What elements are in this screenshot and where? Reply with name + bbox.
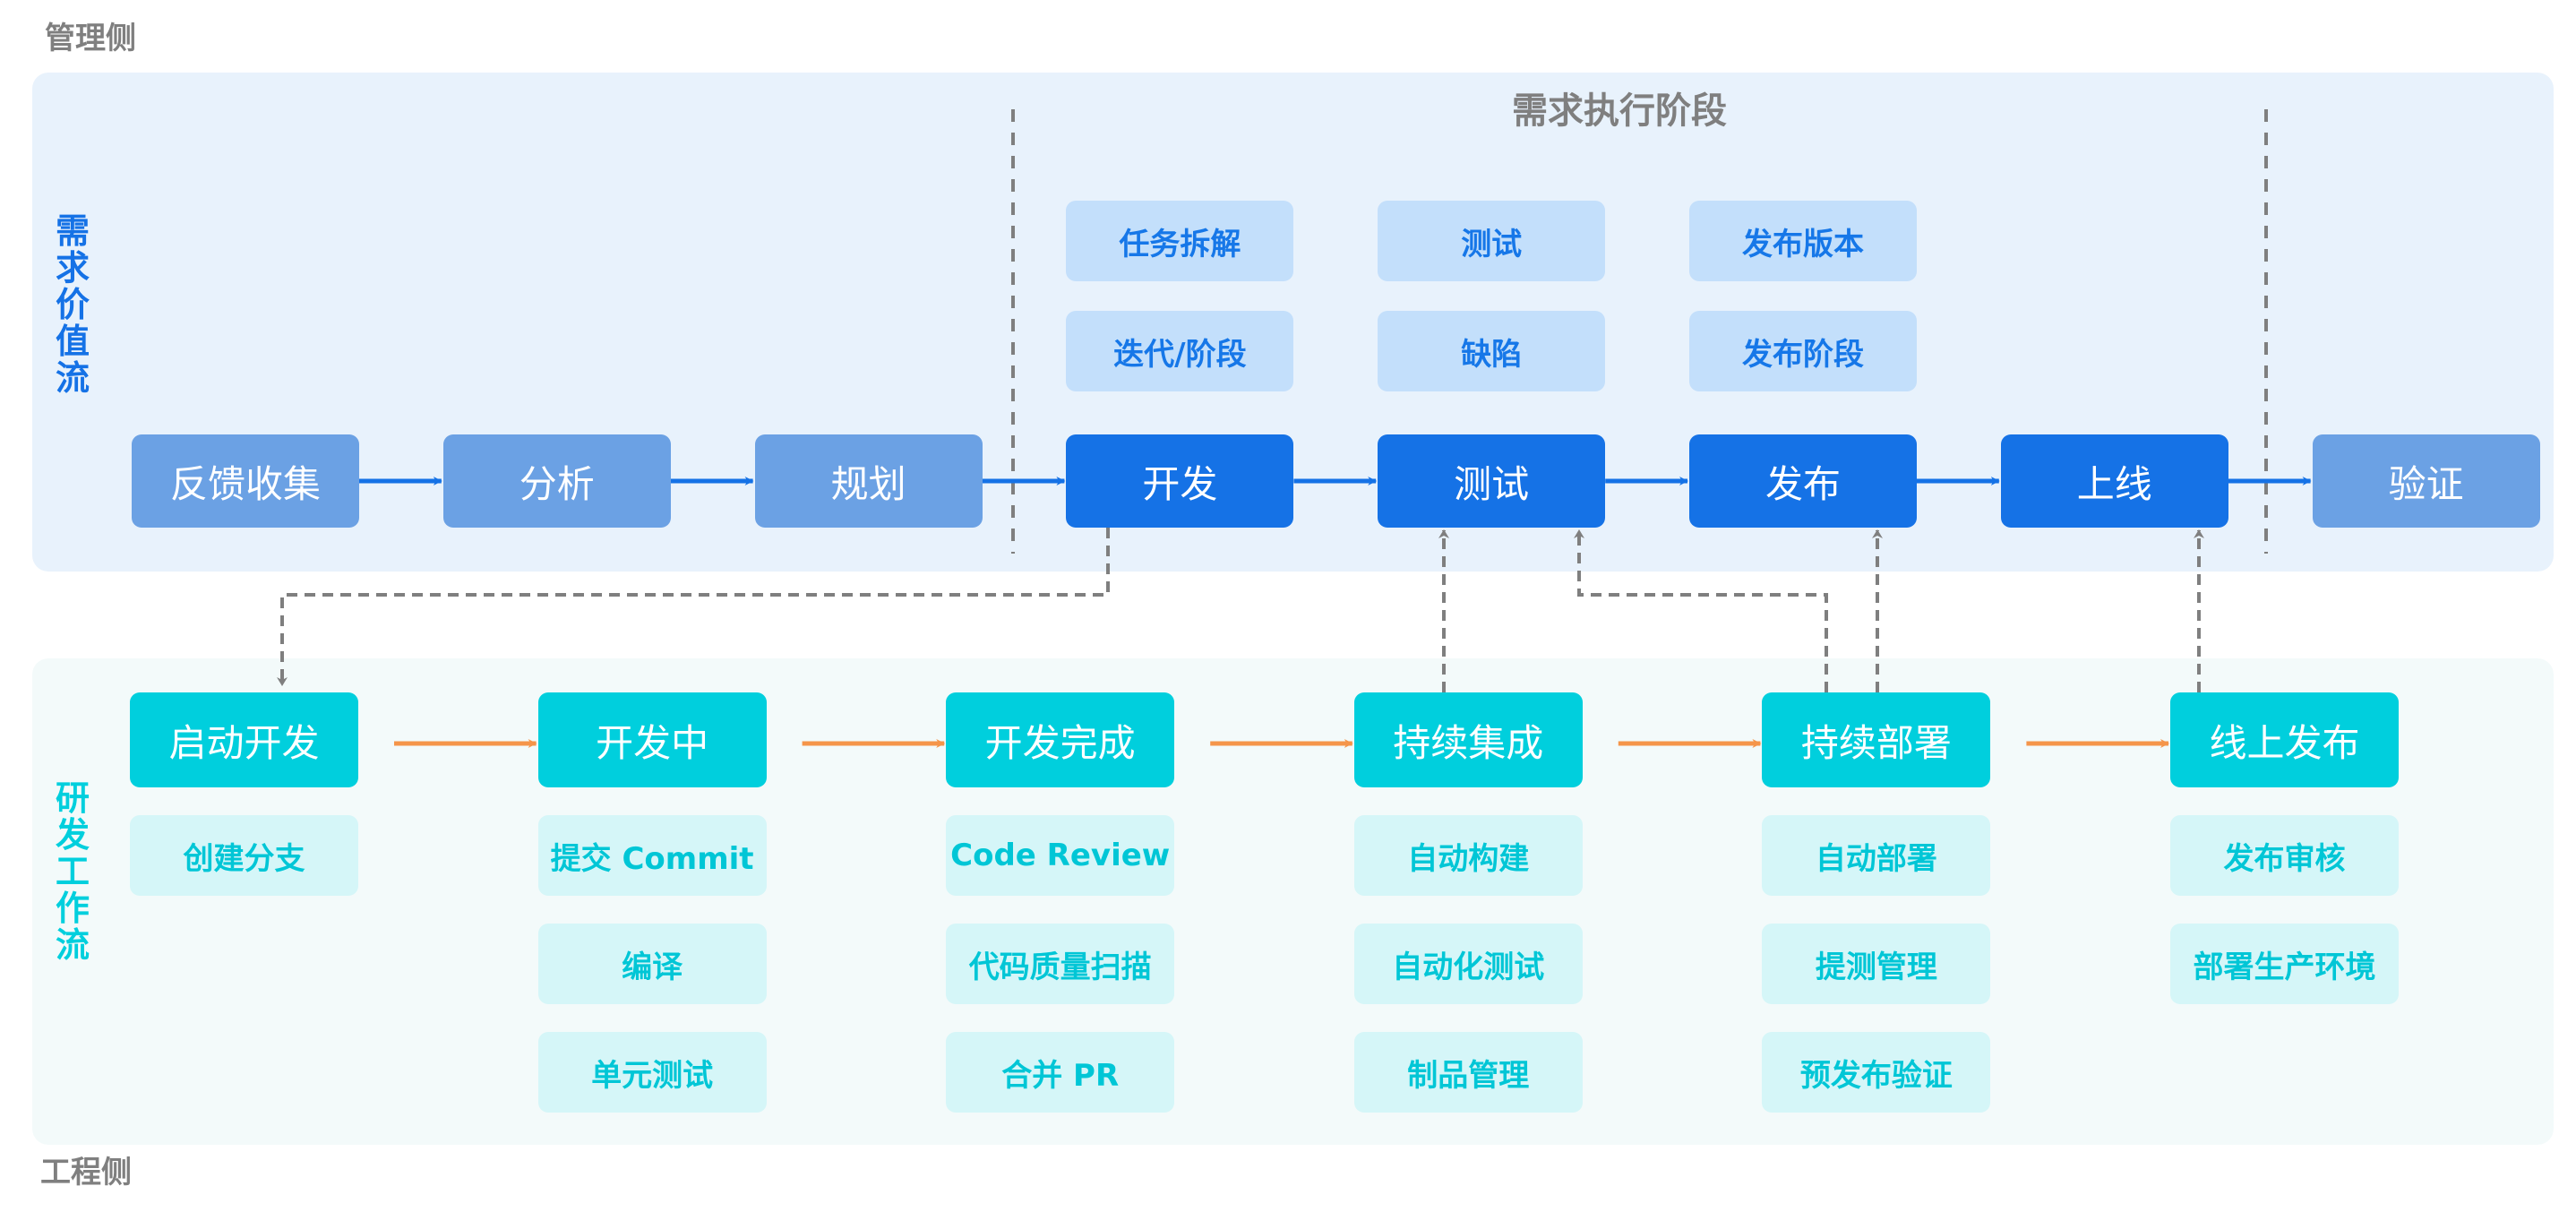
demand-stage-box[interactable]: 分析	[442, 434, 671, 528]
dev-activity-box[interactable]: 自动部署	[1762, 815, 1991, 896]
demand-stage-box[interactable]: 验证	[2312, 434, 2540, 528]
dev-activity-box[interactable]: 预发布验证	[1762, 1032, 1991, 1113]
demand-stage-box[interactable]: 发布	[1689, 434, 1917, 528]
dev-stage-box[interactable]: 持续集成	[1353, 692, 1583, 787]
dev-workflow-title: 研发工作流	[55, 778, 90, 965]
dev-stage-box[interactable]: 启动开发	[130, 692, 358, 787]
dev-activity-box[interactable]: 合并 PR	[946, 1032, 1175, 1113]
demand-stage-box[interactable]: 反馈收集	[132, 434, 359, 528]
execution-task-box[interactable]: 测试	[1378, 201, 1606, 281]
demand-stage-box[interactable]: 测试	[1378, 434, 1606, 528]
dev-activity-box[interactable]: 自动化测试	[1353, 924, 1583, 1004]
execution-task-box[interactable]: 发布版本	[1689, 201, 1917, 281]
dev-activity-box[interactable]: 提交 Commit	[537, 815, 767, 896]
dev-activity-box[interactable]: Code Review	[946, 815, 1175, 896]
dev-activity-box[interactable]: 代码质量扫描	[946, 924, 1175, 1004]
engineering-side-label: 工程侧	[40, 1155, 132, 1190]
dev-activity-box[interactable]: 提测管理	[1762, 924, 1991, 1004]
dev-activity-box[interactable]: 创建分支	[130, 815, 358, 896]
demand-value-stream-title: 需求价值流	[55, 211, 90, 398]
dev-activity-box[interactable]: 单元测试	[537, 1032, 767, 1113]
execution-task-box[interactable]: 迭代/阶段	[1066, 311, 1294, 391]
dev-stage-box[interactable]: 开发中	[537, 692, 767, 787]
execution-task-box[interactable]: 发布阶段	[1689, 311, 1917, 391]
dev-activity-box[interactable]: 制品管理	[1353, 1032, 1583, 1113]
dev-stage-box[interactable]: 开发完成	[946, 692, 1175, 787]
dev-stage-box[interactable]: 线上发布	[2170, 692, 2399, 787]
dev-activity-box[interactable]: 发布审核	[2170, 815, 2399, 896]
demand-stage-box[interactable]: 上线	[2000, 434, 2228, 528]
execution-phase-title: 需求执行阶段	[1512, 90, 1727, 132]
demand-stage-box[interactable]: 规划	[754, 434, 983, 528]
execution-task-box[interactable]: 任务拆解	[1066, 201, 1294, 281]
execution-task-box[interactable]: 缺陷	[1378, 311, 1606, 391]
management-side-label: 管理侧	[45, 21, 136, 56]
demand-stage-box[interactable]: 开发	[1066, 434, 1294, 528]
dev-activity-box[interactable]: 部署生产环境	[2170, 924, 2399, 1004]
dev-activity-box[interactable]: 编译	[537, 924, 767, 1004]
dev-activity-box[interactable]: 自动构建	[1353, 815, 1583, 896]
dev-stage-box[interactable]: 持续部署	[1762, 692, 1991, 787]
